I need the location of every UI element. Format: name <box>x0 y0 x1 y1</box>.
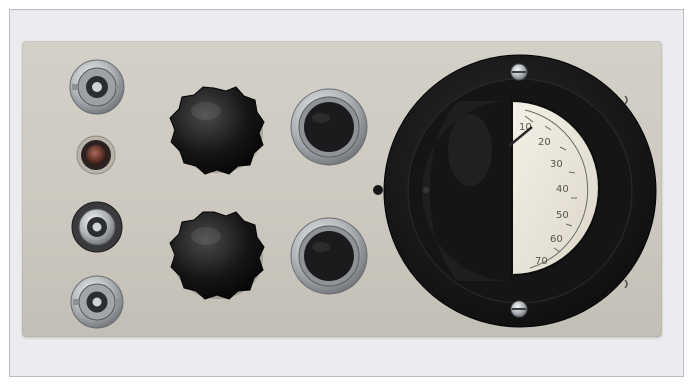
meter-scale-label: 40 <box>556 184 569 195</box>
meter-scale-label: 50 <box>556 210 569 221</box>
analog-meter: 10 20 30 40 50 60 70 <box>383 54 657 328</box>
meter-scale-label: 30 <box>550 159 563 170</box>
meter-scale-label: 20 <box>538 137 551 148</box>
panel-mark-bottom <box>624 279 628 289</box>
bnc-connector-bottom[interactable] <box>70 275 124 329</box>
bnc-connector-middle[interactable] <box>71 201 123 253</box>
meter-screw-top <box>510 63 528 81</box>
push-switch-bottom[interactable] <box>290 217 368 295</box>
push-switch-top[interactable] <box>290 88 368 166</box>
knob-top[interactable] <box>169 86 265 175</box>
meter-scale-label: 60 <box>550 234 563 245</box>
panel-peg <box>373 185 383 195</box>
panel-mark-top <box>624 95 628 105</box>
knob-bottom[interactable] <box>169 211 265 300</box>
meter-screw-bottom <box>510 300 528 318</box>
meter-scale-label: 70 <box>535 256 548 267</box>
bnc-connector-top[interactable] <box>69 59 125 115</box>
panel-illustration: 10 20 30 40 50 60 70 <box>69 54 657 329</box>
indicator-lamp <box>76 135 116 175</box>
